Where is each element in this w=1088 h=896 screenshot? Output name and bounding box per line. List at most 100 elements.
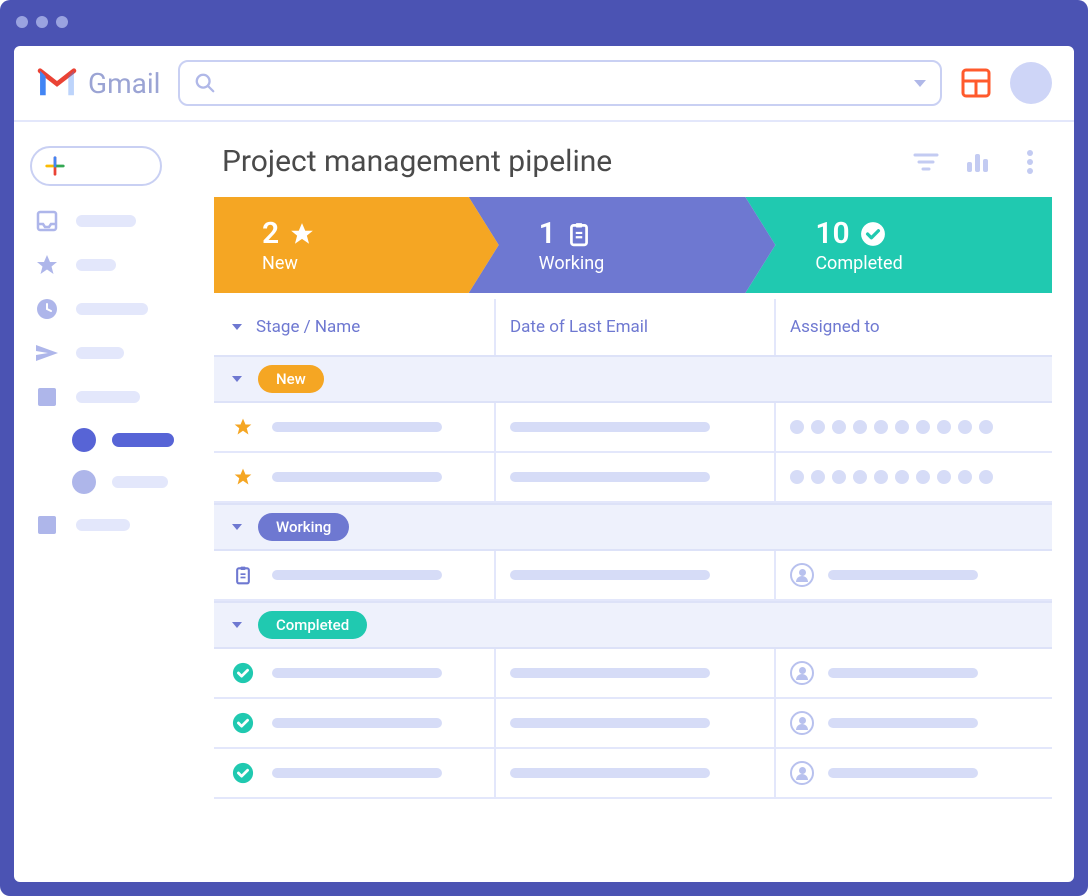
table-header: Stage / Name Date of Last Email Assigned… — [214, 299, 1052, 355]
sidebar-label-placeholder — [76, 215, 136, 227]
sort-icon[interactable] — [232, 324, 242, 330]
assigned-dots — [790, 420, 993, 434]
sidebar-item-starred[interactable] — [30, 252, 198, 278]
column-assigned[interactable]: Assigned to — [790, 317, 880, 337]
date-placeholder — [510, 768, 710, 778]
table-row[interactable] — [214, 699, 1052, 749]
group-pill-completed: Completed — [258, 611, 367, 639]
sidebar-item-drafts[interactable] — [30, 384, 198, 410]
search-input[interactable] — [216, 74, 914, 92]
sidebar-item-inbox[interactable] — [30, 208, 198, 234]
stage-count: 10 — [815, 216, 849, 251]
stage-new[interactable]: 2 New — [214, 197, 499, 293]
table-row[interactable] — [214, 453, 1052, 503]
group-header-working[interactable]: Working — [214, 503, 1052, 551]
chevron-down-icon — [232, 524, 242, 530]
group-header-completed[interactable]: Completed — [214, 601, 1052, 649]
table-row[interactable] — [214, 749, 1052, 799]
stage-count: 2 — [262, 216, 279, 251]
gmail-logo[interactable]: Gmail — [36, 67, 160, 100]
sidebar-label-placeholder — [76, 347, 124, 359]
stage-working[interactable]: 1 Working — [469, 197, 776, 293]
filter-icon[interactable] — [912, 148, 940, 176]
sidebar-label-placeholder — [112, 433, 174, 447]
pipeline-table: Stage / Name Date of Last Email Assigned… — [214, 299, 1052, 799]
name-placeholder — [272, 718, 442, 728]
name-placeholder — [272, 422, 442, 432]
group-pill-working: Working — [258, 513, 349, 541]
more-vert-icon[interactable] — [1016, 148, 1044, 176]
stage-label: New — [262, 253, 499, 274]
table-row[interactable] — [214, 551, 1052, 601]
name-placeholder — [272, 768, 442, 778]
sidebar-subitem-active[interactable] — [72, 428, 198, 452]
star-icon[interactable] — [232, 466, 254, 488]
app-name: Gmail — [88, 67, 160, 100]
assigned-placeholder — [828, 718, 978, 728]
column-date[interactable]: Date of Last Email — [510, 317, 648, 337]
sidebar-subitem[interactable] — [72, 470, 198, 494]
group-header-new[interactable]: New — [214, 355, 1052, 403]
window-control-max[interactable] — [56, 16, 68, 28]
sidebar-label-placeholder — [76, 303, 148, 315]
sidebar-item-snoozed[interactable] — [30, 296, 198, 322]
sidebar-item-sent[interactable] — [30, 340, 198, 366]
assigned-placeholder — [828, 668, 978, 678]
label-dot-icon — [72, 470, 96, 494]
compose-button[interactable] — [30, 146, 162, 186]
avatar[interactable] — [1010, 62, 1052, 104]
person-icon — [790, 563, 814, 587]
table-row[interactable] — [214, 649, 1052, 699]
plus-icon — [44, 155, 66, 177]
date-placeholder — [510, 570, 710, 580]
main-panel: Project management pipeline 2 — [214, 122, 1074, 882]
star-icon — [289, 221, 315, 247]
stage-completed[interactable]: 10 Completed — [745, 197, 1052, 293]
chevron-down-icon — [232, 376, 242, 382]
search-dropdown-icon[interactable] — [914, 80, 926, 87]
assigned-placeholder — [828, 570, 978, 580]
search-icon — [194, 72, 216, 94]
sidebar-label-placeholder — [76, 519, 130, 531]
stage-count: 1 — [539, 216, 556, 251]
sidebar-sublist — [30, 428, 198, 494]
titlebar — [0, 0, 1088, 44]
chevron-down-icon — [232, 622, 242, 628]
bar-chart-icon[interactable] — [964, 148, 992, 176]
stage-funnel: 2 New 1 Working 10 — [214, 197, 1052, 293]
check-circle-icon[interactable] — [232, 762, 254, 784]
stage-label: Completed — [815, 253, 1052, 274]
body: Project management pipeline 2 — [14, 122, 1074, 882]
assigned-placeholder — [828, 768, 978, 778]
clipboard-icon[interactable] — [232, 564, 254, 586]
sidebar-item-more[interactable] — [30, 512, 198, 538]
check-circle-icon — [860, 221, 886, 247]
header: Gmail — [14, 46, 1074, 122]
stop-icon — [34, 384, 60, 410]
window-control-close[interactable] — [16, 16, 28, 28]
date-placeholder — [510, 718, 710, 728]
date-placeholder — [510, 668, 710, 678]
clipboard-icon — [566, 221, 592, 247]
sidebar-label-placeholder — [112, 476, 168, 488]
page-title: Project management pipeline — [222, 144, 888, 179]
check-circle-icon[interactable] — [232, 662, 254, 684]
column-stage-name[interactable]: Stage / Name — [256, 317, 360, 337]
clock-icon — [34, 296, 60, 322]
layout-switch-icon[interactable] — [960, 67, 992, 99]
window-control-min[interactable] — [36, 16, 48, 28]
star-icon[interactable] — [232, 416, 254, 438]
name-placeholder — [272, 570, 442, 580]
sidebar-label-placeholder — [76, 259, 116, 271]
check-circle-icon[interactable] — [232, 712, 254, 734]
sidebar-label-placeholder — [76, 391, 140, 403]
table-row[interactable] — [214, 403, 1052, 453]
assigned-dots — [790, 470, 993, 484]
inbox-icon — [34, 208, 60, 234]
app-window: Gmail — [0, 0, 1088, 896]
person-icon — [790, 711, 814, 735]
stop-icon — [34, 512, 60, 538]
person-icon — [790, 761, 814, 785]
search-box[interactable] — [178, 60, 942, 106]
sent-icon — [34, 340, 60, 366]
